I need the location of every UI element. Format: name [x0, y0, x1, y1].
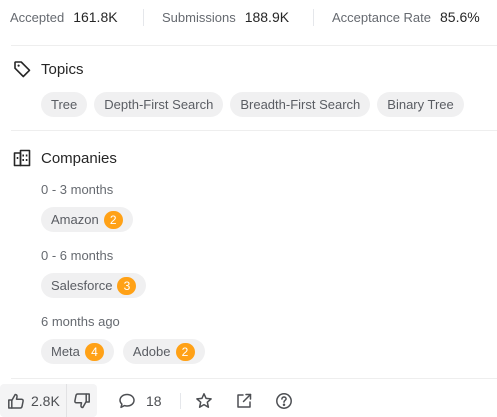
company-tag-meta[interactable]: Meta 4 — [41, 339, 114, 364]
section-title: Companies — [41, 149, 117, 167]
stat-label: Accepted — [10, 9, 65, 25]
dislike-button[interactable] — [65, 384, 97, 417]
topic-tags: Tree Depth-First Search Breadth-First Se… — [41, 92, 464, 117]
share-icon — [235, 392, 253, 410]
stat-label: Submissions — [162, 9, 236, 25]
company-count-badge: 2 — [175, 342, 195, 361]
section-title: Topics — [41, 60, 84, 78]
like-button[interactable]: 2.8K — [0, 384, 66, 417]
topic-tag[interactable]: Tree — [41, 92, 88, 117]
building-icon — [12, 148, 32, 168]
company-tags: Meta 4 Adobe 2 — [41, 339, 205, 364]
stat-acceptance-rate: Acceptance Rate 85.6% — [332, 9, 480, 25]
company-name: Amazon — [51, 212, 99, 227]
company-name: Salesforce — [51, 278, 113, 293]
stat-submissions: Submissions 188.9K — [162, 9, 289, 25]
company-name: Adobe — [132, 344, 171, 359]
help-button[interactable] — [275, 384, 293, 417]
divider — [180, 393, 181, 409]
help-icon — [275, 392, 293, 410]
company-period-label: 0 - 6 months — [41, 248, 114, 263]
company-period-label: 6 months ago — [41, 314, 120, 329]
share-button[interactable] — [235, 384, 253, 417]
divider — [11, 45, 497, 46]
vote-group: 2.8K — [0, 384, 97, 417]
comments-button[interactable]: 18 — [118, 384, 162, 417]
thumbs-down-icon — [73, 392, 91, 410]
star-icon — [195, 392, 213, 410]
company-tags: Amazon 2 — [41, 207, 133, 232]
action-bar: 2.8K 18 — [0, 384, 497, 417]
stat-value: 85.6% — [440, 9, 480, 25]
problem-info-panel: Accepted 161.8K Submissions 188.9K Accep… — [0, 0, 497, 417]
divider — [313, 9, 314, 26]
company-tags: Salesforce 3 — [41, 273, 147, 298]
topic-tag[interactable]: Binary Tree — [377, 92, 464, 117]
company-count-badge: 4 — [84, 342, 104, 361]
divider — [11, 130, 497, 131]
company-period-label: 0 - 3 months — [41, 182, 114, 197]
favorite-button[interactable] — [195, 384, 213, 417]
company-count-badge: 2 — [103, 210, 123, 229]
stats-row: Accepted 161.8K Submissions 188.9K Accep… — [0, 0, 497, 34]
thumbs-up-icon — [7, 392, 25, 410]
topic-tag[interactable]: Breadth-First Search — [230, 92, 371, 117]
company-tag-amazon[interactable]: Amazon 2 — [41, 207, 133, 232]
company-tag-adobe[interactable]: Adobe 2 — [122, 339, 205, 364]
like-count: 2.8K — [31, 392, 60, 409]
comment-count: 18 — [146, 392, 162, 409]
tag-icon — [12, 59, 32, 79]
topic-tag[interactable]: Depth-First Search — [94, 92, 224, 117]
company-count-badge: 3 — [117, 276, 137, 295]
company-tag-salesforce[interactable]: Salesforce 3 — [41, 273, 147, 298]
stat-label: Acceptance Rate — [332, 9, 432, 25]
divider — [143, 9, 144, 26]
divider — [11, 378, 497, 379]
comment-icon — [118, 392, 136, 410]
stat-value: 161.8K — [73, 9, 118, 25]
stat-accepted: Accepted 161.8K — [10, 9, 118, 25]
company-name: Meta — [51, 344, 80, 359]
stat-value: 188.9K — [244, 9, 290, 25]
topics-header[interactable]: Topics — [12, 59, 84, 79]
companies-header[interactable]: Companies — [12, 148, 117, 168]
